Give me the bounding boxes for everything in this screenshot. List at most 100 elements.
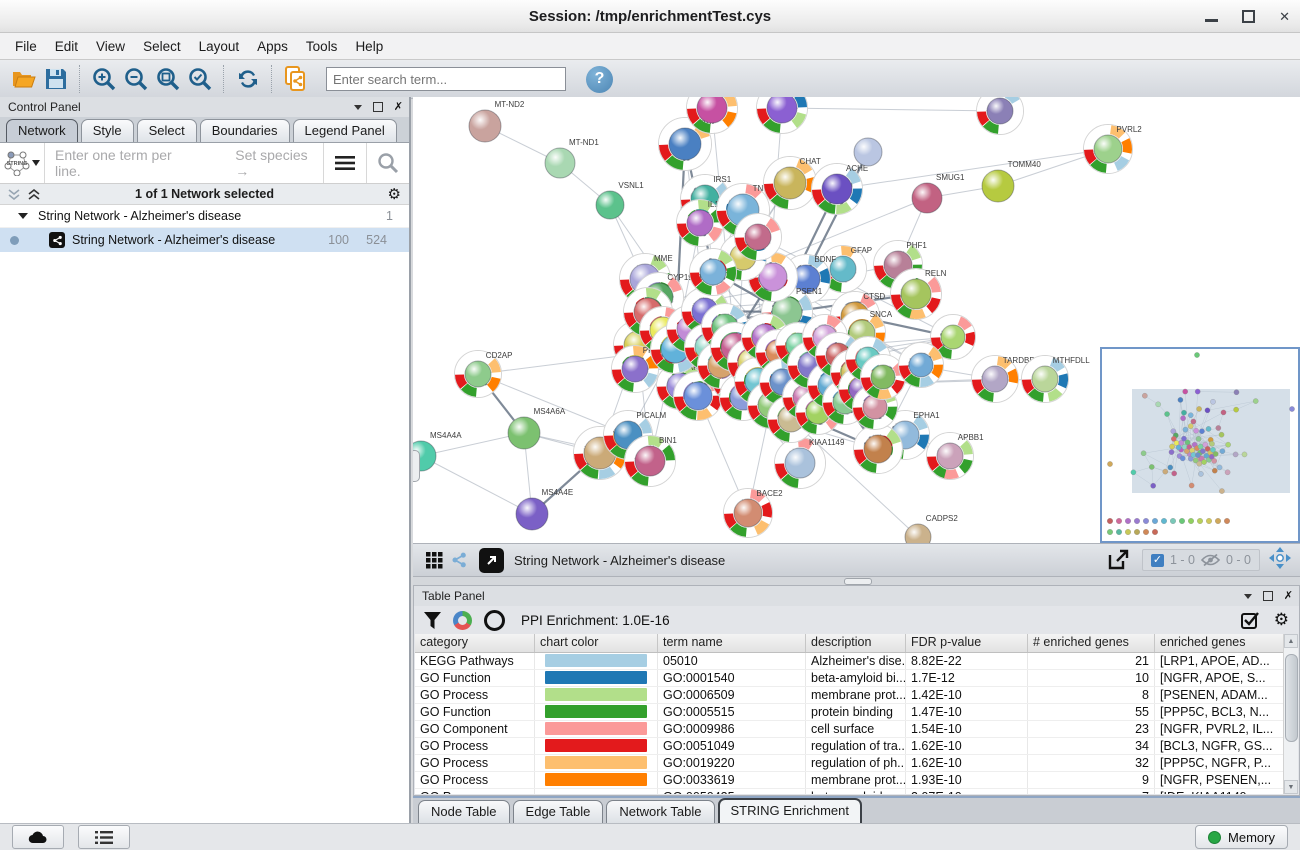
zoom-selected-button[interactable] [184,63,216,95]
menu-item-view[interactable]: View [87,36,134,57]
minimize-icon[interactable] [1205,19,1218,22]
table-row[interactable]: GO FunctionGO:0001540beta-amyloid bi...1… [415,670,1298,687]
gear-icon[interactable]: ⚙ [388,185,401,203]
tab-select[interactable]: Select [137,119,197,142]
svg-text:PVRL2: PVRL2 [1116,125,1142,134]
maximize-icon[interactable] [1242,10,1255,23]
menu-item-edit[interactable]: Edit [46,36,87,57]
column-header-chartcolor[interactable]: chart color [535,634,658,652]
control-panel-title: Control Panel [8,100,81,114]
table-row[interactable]: GO ProcessGO:0033619membrane prot...1.93… [415,772,1298,789]
column-header-description[interactable]: description [806,634,906,652]
splitter-grip[interactable] [844,578,872,585]
table-row[interactable]: GO ComponentGO:0009986cell surface1.54E-… [415,721,1298,738]
ppi-enrichment-text: PPI Enrichment: 1.0E-16 [521,613,670,628]
zoom-in-button[interactable] [88,63,120,95]
table-row[interactable]: GO ProcessGO:0051049regulation of tra...… [415,738,1298,755]
column-header-category[interactable]: category [415,634,535,652]
panel-undock-icon[interactable] [1263,591,1273,601]
open-session-button[interactable] [8,63,40,95]
cell-termname: GO:0033619 [658,772,806,788]
collapse-all-icon[interactable] [8,189,20,200]
tab-edge-table[interactable]: Edge Table [513,800,604,823]
network-canvas[interactable]: MT-ND2MT-ND1VSNL1GAB2IRS1IL1BTNFCHATACHE… [413,97,1300,543]
draw-charts-icon[interactable] [453,611,472,630]
tab-boundaries[interactable]: Boundaries [200,119,290,142]
cloud-button[interactable] [12,825,64,849]
tab-network[interactable]: Network [6,119,78,142]
table-row[interactable]: GO ProcessGO:0006509membrane prot...1.42… [415,687,1298,704]
help-button[interactable]: ? [586,66,613,93]
table-row[interactable]: GO ProcessGO:0050435beta-amyloid m...2.0… [415,789,1298,794]
search-input[interactable] [326,67,566,91]
settings-gear-icon[interactable]: ⚙ [1274,612,1289,629]
chevron-down-icon [32,160,40,166]
menu-item-select[interactable]: Select [134,36,190,57]
tree-expand-icon[interactable] [18,213,28,219]
panel-float-icon[interactable] [354,105,362,110]
close-icon[interactable]: ✕ [1279,10,1290,23]
zoom-out-button[interactable] [120,63,152,95]
save-session-button[interactable] [40,63,72,95]
string-search-button[interactable] [366,143,409,183]
panel-close-icon[interactable]: ✗ [394,102,403,113]
menu-item-help[interactable]: Help [346,36,392,57]
panel-close-icon[interactable]: ✗ [1284,591,1293,602]
scroll-thumb[interactable] [1285,654,1298,742]
table-row[interactable]: GO FunctionGO:0005515protein binding1.47… [415,704,1298,721]
clone-network-button[interactable] [280,63,312,95]
tab-network-table[interactable]: Network Table [606,800,714,823]
svg-text:SNCA: SNCA [870,310,893,319]
table-row[interactable]: GO ProcessGO:0019220regulation of ph...1… [415,755,1298,772]
column-header-enrichedgenes[interactable]: # enriched genes [1028,634,1155,652]
set-species-label[interactable]: Set species → [235,147,323,179]
expand-all-icon[interactable] [28,189,40,200]
menu-item-file[interactable]: File [6,36,46,57]
save-icon [44,67,68,91]
tab-node-table[interactable]: Node Table [418,800,510,823]
selected-checkbox-icon[interactable]: ✓ [1151,554,1164,567]
filter-icon[interactable] [424,612,441,629]
panel-splitter-grip[interactable] [413,450,420,482]
tab-legend-panel[interactable]: Legend Panel [293,119,397,142]
task-history-button[interactable] [78,825,130,849]
export-network-button[interactable] [1102,544,1134,576]
table-row[interactable]: KEGG Pathways05010Alzheimer's dise...8.8… [415,653,1298,670]
horizontal-splitter[interactable] [413,577,1300,585]
select-terms-icon[interactable] [1241,611,1260,630]
birdseye-toggle-button[interactable] [447,544,471,576]
refresh-button[interactable] [232,63,264,95]
svg-text:MS4A6A: MS4A6A [534,407,566,416]
open-external-button[interactable] [479,548,504,573]
grid-mode-button[interactable] [421,544,447,576]
cell-category: GO Process [415,772,535,788]
navigate-compass-button[interactable] [1268,546,1292,575]
menu-item-layout[interactable]: Layout [190,36,249,57]
network-collection-row[interactable]: String Network - Alzheimer's disease 1 [0,205,409,228]
memory-button[interactable]: Memory [1195,825,1288,849]
string-protein-query-button[interactable]: STRING [0,150,44,176]
scroll-down-button[interactable]: ▼ [1284,780,1298,794]
zoom-fit-button[interactable] [152,63,184,95]
birds-eye-view[interactable] [1100,347,1300,543]
table-scrollbar[interactable]: ▲ ▼ [1283,634,1298,794]
eye-off-icon[interactable] [1201,553,1220,567]
panel-undock-icon[interactable] [373,102,383,112]
scroll-up-button[interactable]: ▲ [1284,634,1298,648]
menu-item-tools[interactable]: Tools [297,36,347,57]
string-network-badge-icon [49,232,65,248]
column-header-FDRp-value[interactable]: FDR p-value [906,634,1028,652]
menu-item-apps[interactable]: Apps [248,36,297,57]
panel-float-icon[interactable] [1244,594,1252,599]
cell-FDRp-value: 8.82E-22 [906,653,1028,669]
column-header-termname[interactable]: term name [658,634,806,652]
tab-style[interactable]: Style [81,119,134,142]
string-options-button[interactable] [323,143,366,183]
remove-charts-icon[interactable] [484,610,505,631]
tab-string-enrichment[interactable]: STRING Enrichment [718,798,862,823]
cell-enrichedgenes: 8 [1028,687,1155,703]
cell-FDRp-value: 1.93E-10 [906,772,1028,788]
column-header-enrichedgenes[interactable]: enriched genes [1155,634,1285,652]
string-query-input[interactable]: Enter one term per line. Set species → [44,143,323,183]
network-row-selected[interactable]: String Network - Alzheimer's disease 100… [0,228,409,252]
